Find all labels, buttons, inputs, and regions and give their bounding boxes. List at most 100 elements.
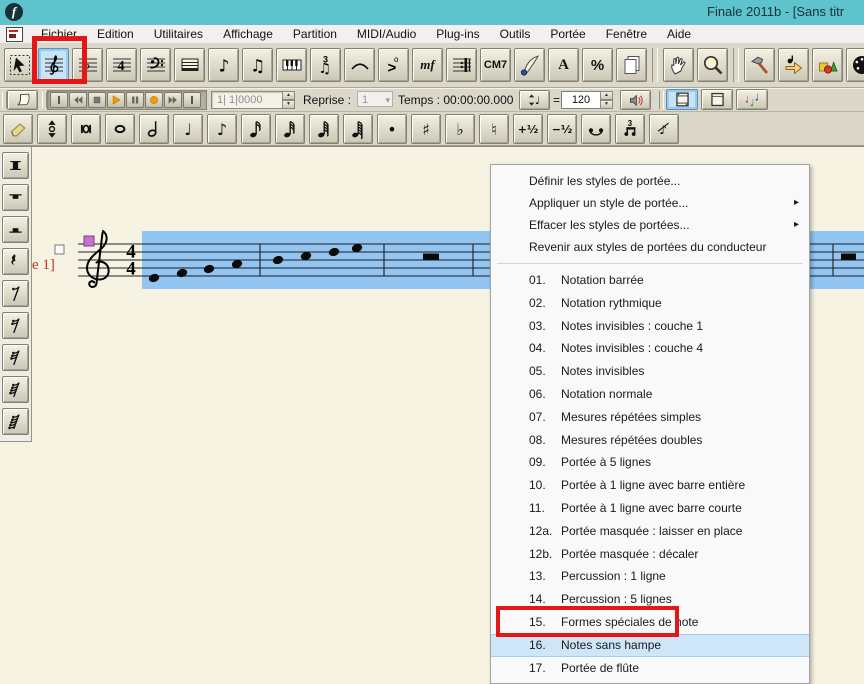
sixtyfourth-rest-button[interactable] bbox=[2, 376, 29, 403]
menu-item-05-notes-invisibles[interactable]: 05.Notes invisibles bbox=[491, 360, 809, 383]
clef-tool-button[interactable] bbox=[140, 48, 171, 82]
whole-note-button[interactable] bbox=[105, 114, 135, 144]
menu-item-17-portee-de-flute[interactable]: 17.Portée de flûte bbox=[491, 657, 809, 680]
selection-tool-button[interactable] bbox=[4, 48, 35, 82]
menubar-item-outils[interactable]: Outils bbox=[490, 25, 541, 43]
half-note-button[interactable] bbox=[139, 114, 169, 144]
midi-tool-button[interactable] bbox=[846, 48, 864, 82]
eraser-button[interactable] bbox=[3, 114, 33, 144]
page-view-button[interactable] bbox=[701, 89, 733, 110]
measure-tool-button[interactable] bbox=[174, 48, 205, 82]
studio-view-button[interactable]: ♩♩♩ bbox=[736, 89, 768, 110]
spinner-up-icon[interactable]: ▲ bbox=[600, 91, 613, 100]
zoom-tool-button[interactable] bbox=[697, 48, 728, 82]
sixtyfourth-note-button[interactable] bbox=[309, 114, 339, 144]
resize-tool-button[interactable]: % bbox=[582, 48, 613, 82]
hyperscribe-tool-button[interactable] bbox=[276, 48, 307, 82]
tuplet-tool-button[interactable]: 3♫ bbox=[310, 48, 341, 82]
menubar-item-affichage[interactable]: Affichage bbox=[213, 25, 283, 43]
menu-item-10-portee-a-1-ligne-avec-barre-entiere[interactable]: 10.Portée à 1 ligne avec barre entière bbox=[491, 474, 809, 497]
menu-item-12b-portee-masquee-decaler[interactable]: 12b.Portée masquée : décaler bbox=[491, 543, 809, 566]
flat-button[interactable]: ♭ bbox=[445, 114, 475, 144]
staff-style-handle[interactable] bbox=[84, 236, 94, 246]
menu-item-11-portee-a-1-ligne-avec-barre-courte[interactable]: 11.Portée à 1 ligne avec barre courte bbox=[491, 497, 809, 520]
menu-item-definir-les-styles-de-portee[interactable]: Définir les styles de portée... bbox=[491, 170, 809, 192]
note-mover-tool-button[interactable] bbox=[778, 48, 809, 82]
menu-item-effacer-les-styles-de-portees[interactable]: Effacer les styles de portées...▸ bbox=[491, 214, 809, 236]
hundredtwentyeighth-rest-button[interactable] bbox=[2, 408, 29, 435]
menu-item-revenir-aux-styles-de-portees-du-conducteu[interactable]: Revenir aux styles de portées du conduct… bbox=[491, 236, 809, 258]
sixteenth-note-button[interactable] bbox=[241, 114, 271, 144]
half-rest-button[interactable] bbox=[2, 216, 29, 243]
speaker-button[interactable] bbox=[620, 90, 651, 110]
spinner-up-icon[interactable]: ▲ bbox=[282, 91, 295, 100]
time-signature-tool-button[interactable]: 4 bbox=[106, 48, 137, 82]
grace-note-button[interactable]: ♪ bbox=[649, 114, 679, 144]
menu-item-02-notation-rythmique[interactable]: 02.Notation rythmique bbox=[491, 292, 809, 315]
menu-item-03-notes-invisibles-couche-1[interactable]: 03.Notes invisibles : couche 1 bbox=[491, 315, 809, 338]
spinner-down-icon[interactable]: ▼ bbox=[282, 100, 295, 109]
half-rest[interactable] bbox=[423, 254, 439, 261]
scroll-view-button[interactable] bbox=[666, 89, 698, 110]
whole-rest-button[interactable] bbox=[2, 184, 29, 211]
triplet-button[interactable]: 3 bbox=[615, 114, 645, 144]
page-layout-tool-button[interactable] bbox=[616, 48, 647, 82]
articulation-tool-button[interactable]: o> bbox=[378, 48, 409, 82]
menu-item-16-notes-sans-hampe[interactable]: 16.Notes sans hampe bbox=[491, 634, 809, 657]
text-tool-button[interactable]: A bbox=[548, 48, 579, 82]
menubar-item-partition[interactable]: Partition bbox=[283, 25, 347, 43]
fast-forward-button[interactable] bbox=[164, 92, 182, 108]
simple-entry-tool-button[interactable]: ♪ bbox=[208, 48, 239, 82]
repeat-tool-button[interactable] bbox=[446, 48, 477, 82]
hand-grabber-tool-button[interactable] bbox=[663, 48, 694, 82]
menu-item-04-notes-invisibles-couche-4[interactable]: 04.Notes invisibles : couche 4 bbox=[491, 337, 809, 360]
menubar-item-aide[interactable]: Aide bbox=[657, 25, 701, 43]
menu-item-12a-portee-masquee-laisser-en-place[interactable]: 12a.Portée masquée : laisser en place bbox=[491, 520, 809, 543]
sharp-button[interactable]: ♯ bbox=[411, 114, 441, 144]
quarter-note-button[interactable]: ♩ bbox=[173, 114, 203, 144]
hundredtwentyeighth-note-button[interactable] bbox=[343, 114, 373, 144]
menu-item-09-portee-a-5-lignes[interactable]: 09.Portée à 5 lignes bbox=[491, 451, 809, 474]
menu-item-08-mesures-repetees-doubles[interactable]: 08.Mesures répétées doubles bbox=[491, 429, 809, 452]
tempo-input[interactable]: 120 bbox=[561, 91, 601, 109]
menu-item-06-notation-normale[interactable]: 06.Notation normale bbox=[491, 383, 809, 406]
eighth-rest-button[interactable] bbox=[2, 280, 29, 307]
playback-counter-field[interactable]: 1| 1|0000 bbox=[211, 91, 288, 109]
menubar-item-midi-audio[interactable]: MIDI/Audio bbox=[347, 25, 426, 43]
smart-shape-tool-button[interactable] bbox=[344, 48, 375, 82]
double-whole-rest-button[interactable] bbox=[2, 152, 29, 179]
tempo-spinner[interactable]: ▲▼ bbox=[600, 91, 613, 109]
thirtysecond-note-button[interactable] bbox=[275, 114, 305, 144]
counter-spinner[interactable]: ▲▼ bbox=[282, 91, 295, 109]
play-button[interactable] bbox=[107, 92, 125, 108]
special-tools-button[interactable] bbox=[744, 48, 775, 82]
menu-item-01-notation-barree[interactable]: 01.Notation barrée bbox=[491, 269, 809, 292]
menu-item-13-percussion-1-ligne[interactable]: 13.Percussion : 1 ligne bbox=[491, 565, 809, 588]
lyrics-tool-button[interactable] bbox=[514, 48, 545, 82]
rewind-button[interactable] bbox=[69, 92, 87, 108]
reprise-select[interactable]: 1▾ bbox=[357, 91, 393, 107]
tie-button[interactable] bbox=[581, 114, 611, 144]
chord-tool-button[interactable]: CM7 bbox=[480, 48, 511, 82]
lower-half-step-button[interactable]: −½ bbox=[547, 114, 577, 144]
expression-tool-button[interactable]: mf bbox=[412, 48, 443, 82]
menubar-item-utilitaires[interactable]: Utilitaires bbox=[144, 25, 213, 43]
go-to-start-button[interactable] bbox=[50, 92, 68, 108]
tempo-unit-button[interactable]: ♩ bbox=[519, 90, 550, 110]
raise-half-step-button[interactable]: +½ bbox=[513, 114, 543, 144]
menubar-item-plug-ins[interactable]: Plug-ins bbox=[426, 25, 489, 43]
menubar-item-edition[interactable]: Edition bbox=[87, 25, 144, 43]
eighth-note-button[interactable]: ♪ bbox=[207, 114, 237, 144]
menubar-item-portee[interactable]: Portée bbox=[540, 25, 595, 43]
graphics-tool-button[interactable] bbox=[812, 48, 843, 82]
natural-button[interactable]: ♮ bbox=[479, 114, 509, 144]
double-whole-note-button[interactable] bbox=[71, 114, 101, 144]
transpose-button[interactable] bbox=[37, 114, 67, 144]
sixteenth-rest-button[interactable] bbox=[2, 312, 29, 339]
augmentation-dot-button[interactable]: • bbox=[377, 114, 407, 144]
thirtysecond-rest-button[interactable] bbox=[2, 344, 29, 371]
half-rest[interactable] bbox=[841, 254, 856, 261]
menu-item-appliquer-un-style-de-portee[interactable]: Appliquer un style de portée...▸ bbox=[491, 192, 809, 214]
menu-item-07-mesures-repetees-simples[interactable]: 07.Mesures répétées simples bbox=[491, 406, 809, 429]
menubar-item-fenetre[interactable]: Fenêtre bbox=[596, 25, 657, 43]
